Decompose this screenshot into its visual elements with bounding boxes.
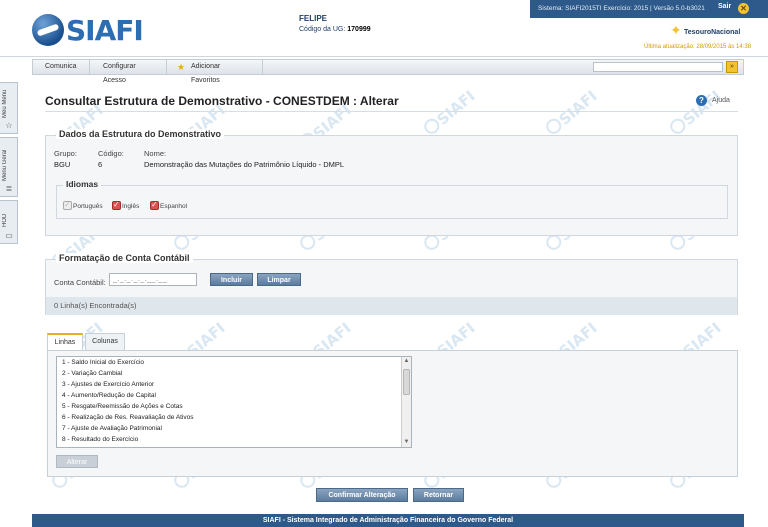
- star-icon: ★: [177, 62, 186, 72]
- checkbox-label: Inglês: [122, 203, 140, 210]
- idiomas-fieldset: Idiomas Português Inglês Espanhol: [56, 179, 728, 219]
- exit-link[interactable]: Sair: [718, 3, 731, 10]
- list-item[interactable]: 6 - Realização de Res. Reavaliação de At…: [62, 414, 194, 421]
- watermark: SIAFI: [667, 87, 724, 139]
- grupo-label: Grupo:: [54, 149, 77, 158]
- grupo-value: BGU: [54, 160, 71, 169]
- sidetab-meu-menu[interactable]: ☆ Meu Menu: [0, 82, 18, 134]
- codigo-value: 6: [98, 160, 103, 169]
- star-icon: ✦: [670, 22, 682, 38]
- list-item[interactable]: 4 - Aumento/Redução de Capital: [62, 392, 156, 399]
- last-update: Última atualização: 28/09/2015 às 14:38: [644, 44, 752, 50]
- alterar-button[interactable]: Alterar: [56, 455, 98, 468]
- ug-value: 170999: [347, 26, 371, 33]
- scroll-thumb[interactable]: [403, 369, 410, 395]
- footer: SIAFI - Sistema Integrado de Administraç…: [32, 514, 744, 527]
- list-item[interactable]: 8 - Resultado do Exercício: [62, 436, 138, 443]
- menu-item-adicionar-favoritos[interactable]: ★ Adicionar Favoritos: [167, 60, 263, 84]
- ug-info: Código da UG: 170999: [299, 26, 371, 33]
- sidetab-label: HOD: [2, 213, 8, 227]
- list-item[interactable]: 2 - Variação Cambial: [62, 370, 122, 377]
- list-item[interactable]: 7 - Ajuste de Avaliação Patrimonial: [62, 425, 162, 432]
- formatacao-panel-title: Formatação de Conta Contábil: [56, 253, 193, 263]
- linhas-listbox[interactable]: 1 - Saldo Inicial do Exercício 2 - Varia…: [56, 356, 412, 448]
- sidetab-menu-geral[interactable]: ≣ Menu Geral: [0, 137, 18, 197]
- system-info-bar: Sistema: SIAFI2015TI Exercício: 2015 | V…: [530, 0, 768, 18]
- help-label: Ajuda: [712, 97, 730, 104]
- menu-item-comunica[interactable]: Comunica: [33, 60, 90, 74]
- page-title: Consultar Estrutura de Demonstrativo - C…: [45, 94, 399, 108]
- system-info: Sistema: SIAFI2015TI Exercício: 2015 | V…: [538, 5, 705, 12]
- checkbox-label: Espanhol: [160, 203, 188, 210]
- dados-panel-title: Dados da Estrutura do Demonstrativo: [56, 129, 225, 139]
- star-icon: ☆: [5, 121, 13, 130]
- sidetab-hod[interactable]: ▭ HOD: [0, 200, 18, 244]
- siafi-logo-text: SIAFI: [66, 14, 144, 47]
- siafi-globe-icon: [32, 14, 64, 46]
- list-icon: ≣: [5, 184, 13, 193]
- checkbox-icon: [112, 200, 121, 210]
- list-item[interactable]: 5 - Resgate/Reemissão de Ações e Cotas: [62, 403, 183, 410]
- dados-estrutura-panel: Dados da Estrutura do Demonstrativo Grup…: [45, 129, 738, 236]
- tesouro-nacional-logo: ✦ TesouroNacional: [670, 22, 760, 42]
- menu-item-label: Adicionar Favoritos: [191, 63, 221, 84]
- nome-value: Demonstração das Mutações do Patrimônio …: [144, 160, 345, 169]
- checkbox-icon: [150, 200, 159, 210]
- list-item[interactable]: 1 - Saldo Inicial do Exercício: [62, 359, 144, 366]
- close-icon[interactable]: ✕: [738, 3, 749, 14]
- nome-label: Nome:: [144, 149, 167, 158]
- checkbox-icon: [63, 200, 72, 210]
- tab-linhas[interactable]: Linhas: [47, 333, 83, 351]
- app-header: SIAFI FELIPE Código da UG: 170999 Sistem…: [0, 0, 768, 57]
- search-go-button[interactable]: »: [726, 61, 738, 73]
- org-name: TesouroNacional: [684, 29, 741, 36]
- list-scrollbar[interactable]: ▲ ▼: [401, 357, 411, 447]
- tab-colunas[interactable]: Colunas: [85, 333, 125, 351]
- limpar-button[interactable]: Limpar: [257, 273, 301, 286]
- watermark: SIAFI: [543, 87, 600, 139]
- user-name: FELIPE: [299, 14, 328, 23]
- tab-content-linhas: 1 - Saldo Inicial do Exercício 2 - Varia…: [47, 350, 738, 477]
- menu-bar: Comunica Configurar Acesso ★ Adicionar F…: [32, 59, 744, 84]
- retornar-button[interactable]: Retornar: [413, 488, 464, 502]
- sidetab-label: Meu Menu: [2, 89, 8, 118]
- help-icon: ?: [696, 95, 707, 106]
- monitor-icon: ▭: [5, 231, 13, 240]
- menu-item-configurar-acesso[interactable]: Configurar Acesso: [91, 60, 167, 84]
- watermark: SIAFI: [421, 87, 478, 139]
- menu-search-input[interactable]: [593, 62, 723, 72]
- conta-contabil-label: Conta Contábil:: [54, 278, 106, 287]
- siafi-logo: SIAFI: [32, 12, 144, 48]
- ug-label: Código da UG:: [299, 26, 346, 33]
- conta-contabil-input[interactable]: _._._._._.__.__: [109, 273, 197, 286]
- divider: [45, 111, 738, 112]
- sidetab-label: Menu Geral: [2, 149, 8, 181]
- confirmar-alteracao-button[interactable]: Confirmar Alteração: [316, 488, 408, 502]
- codigo-label: Código:: [98, 149, 124, 158]
- checkbox-label: Português: [73, 203, 103, 210]
- incluir-button[interactable]: Incluir: [210, 273, 253, 286]
- idiomas-title: Idiomas: [63, 179, 102, 189]
- scroll-down-icon[interactable]: ▼: [402, 438, 411, 447]
- list-item[interactable]: 3 - Ajustes de Exercício Anterior: [62, 381, 154, 388]
- formatacao-panel: Formatação de Conta Contábil Conta Contá…: [45, 253, 738, 315]
- result-count: 0 Linha(s) Encontrada(s): [46, 297, 737, 315]
- scroll-up-icon[interactable]: ▲: [402, 357, 411, 366]
